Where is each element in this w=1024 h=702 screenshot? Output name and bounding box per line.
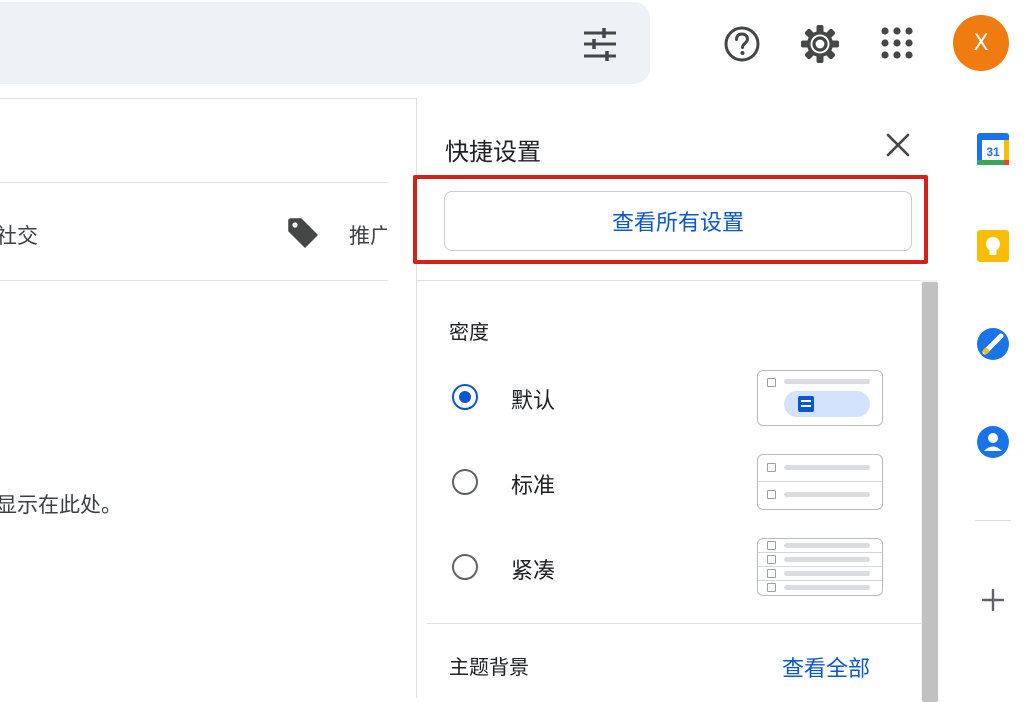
theme-divider bbox=[427, 623, 921, 624]
scrollbar-thumb[interactable] bbox=[922, 282, 938, 702]
account-avatar[interactable]: X bbox=[953, 15, 1009, 71]
quick-settings-title: 快捷设置 bbox=[445, 138, 541, 166]
density-compact-preview[interactable] bbox=[757, 538, 883, 596]
gear-icon[interactable] bbox=[799, 23, 841, 65]
tab-promotions[interactable]: 推广 bbox=[349, 220, 387, 250]
theme-label: 主题背景 bbox=[449, 655, 529, 679]
density-default-preview[interactable] bbox=[757, 370, 883, 426]
tabs-bottom-divider bbox=[0, 280, 388, 281]
rail-divider bbox=[975, 520, 1011, 521]
density-label: 密度 bbox=[449, 320, 489, 344]
keep-icon[interactable] bbox=[976, 229, 1010, 263]
tasks-icon[interactable] bbox=[976, 327, 1010, 361]
document-icon bbox=[798, 396, 814, 412]
density-compact-radio[interactable] bbox=[452, 554, 478, 580]
density-standard-label[interactable]: 标准 bbox=[511, 468, 555, 500]
density-default-radio[interactable] bbox=[452, 384, 478, 410]
panel-divider bbox=[417, 280, 921, 281]
calendar-day-number: 31 bbox=[986, 145, 1000, 159]
tune-icon[interactable] bbox=[582, 28, 618, 62]
help-icon[interactable] bbox=[722, 24, 762, 64]
tab-social[interactable]: 社交 bbox=[0, 220, 38, 250]
quick-settings-panel: 快捷设置 查看所有设置 密度 默认 标准 紧凑 主题背景 查看全部 bbox=[413, 98, 939, 702]
theme-view-all-link[interactable]: 查看全部 bbox=[782, 651, 870, 683]
density-compact-label[interactable]: 紧凑 bbox=[511, 553, 555, 585]
search-bar[interactable] bbox=[0, 2, 650, 84]
density-standard-preview[interactable] bbox=[757, 454, 883, 510]
tabs-top-divider bbox=[0, 182, 388, 183]
highlight-box bbox=[413, 175, 928, 264]
apps-grid-icon[interactable] bbox=[880, 26, 914, 60]
calendar-icon[interactable]: 31 bbox=[976, 132, 1010, 166]
empty-state-message: 显示在此处。 bbox=[0, 493, 122, 517]
contacts-icon[interactable] bbox=[976, 425, 1010, 459]
density-standard-radio[interactable] bbox=[452, 469, 478, 495]
add-icon[interactable] bbox=[981, 588, 1005, 612]
side-panel-rail: 31 bbox=[938, 98, 1024, 698]
density-default-label[interactable]: 默认 bbox=[511, 383, 555, 415]
tag-icon bbox=[288, 218, 318, 248]
close-icon[interactable] bbox=[885, 132, 911, 158]
